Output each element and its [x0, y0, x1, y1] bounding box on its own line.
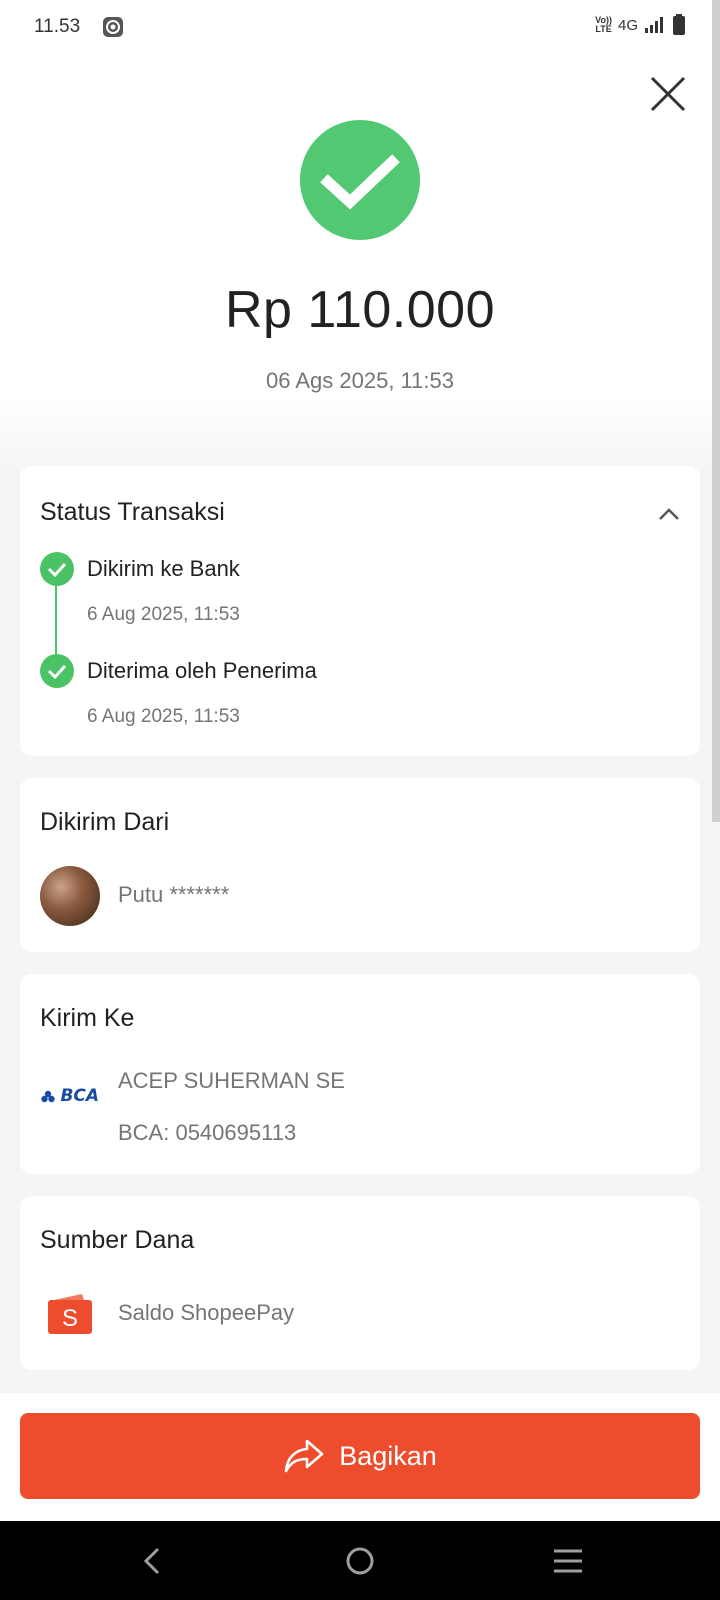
volte-icon: Vo)) LTE — [595, 15, 612, 34]
menu-icon[interactable] — [546, 1539, 590, 1583]
step-time: 6 Aug 2025, 11:53 — [87, 604, 240, 625]
share-icon — [284, 1439, 324, 1473]
step-label: Dikirim ke Bank — [87, 556, 240, 581]
status-title: Status Transaksi — [40, 498, 225, 526]
step-time: 6 Aug 2025, 11:53 — [87, 706, 240, 727]
recipient-name: ACEP SUHERMAN SE — [118, 1068, 345, 1093]
step-check-icon — [40, 552, 74, 586]
source-name: Saldo ShopeePay — [118, 1300, 295, 1325]
app-notification-icon — [103, 17, 123, 37]
status-time: 11.53 — [34, 16, 81, 37]
status-card: Status Transaksi Dikirim ke Bank 6 Aug 2… — [20, 466, 700, 756]
network-type: 4G — [617, 16, 638, 34]
svg-text:S: S — [62, 1305, 78, 1332]
avatar — [40, 866, 100, 926]
success-badge — [300, 120, 420, 240]
chevron-up-icon[interactable] — [656, 502, 682, 528]
sender-title: Dikirim Dari — [40, 808, 170, 836]
transaction-amount: Rp 110.000 — [224, 281, 496, 339]
check-icon — [320, 154, 400, 210]
share-label: Bagikan — [339, 1440, 437, 1471]
back-icon[interactable] — [130, 1539, 174, 1583]
sender-card: Dikirim Dari Putu ******* — [20, 778, 700, 952]
recipient-account: BCA: 0540695113 — [118, 1120, 297, 1145]
scrollbar[interactable] — [712, 0, 720, 822]
step-check-icon — [40, 654, 74, 688]
close-icon[interactable] — [646, 72, 690, 116]
navigation-bar — [0, 1521, 720, 1600]
home-icon[interactable] — [338, 1539, 382, 1583]
sender-name: Putu ******* — [118, 882, 230, 907]
signal-icon — [645, 17, 663, 33]
status-indicators: Vo)) LTE 4G — [595, 14, 686, 36]
source-card: Sumber Dana S Saldo ShopeePay — [20, 1196, 700, 1370]
recipient-card: Kirim Ke BCA ACEP SUHERMAN SE BCA: 05406… — [20, 974, 700, 1174]
shopeepay-wallet-icon: S — [48, 1294, 92, 1334]
status-bar: 11.53 Vo)) LTE 4G — [0, 0, 720, 56]
step-label: Diterima oleh Penerima — [87, 658, 317, 683]
battery-icon — [673, 14, 685, 35]
source-title: Sumber Dana — [40, 1226, 195, 1254]
recipient-title: Kirim Ke — [40, 1004, 135, 1032]
transaction-date: 06 Ags 2025, 11:53 — [266, 368, 454, 393]
bottom-action-bar: Bagikan — [0, 1393, 720, 1521]
bca-logo-icon: BCA — [40, 1086, 100, 1112]
share-button[interactable]: Bagikan — [20, 1413, 700, 1499]
